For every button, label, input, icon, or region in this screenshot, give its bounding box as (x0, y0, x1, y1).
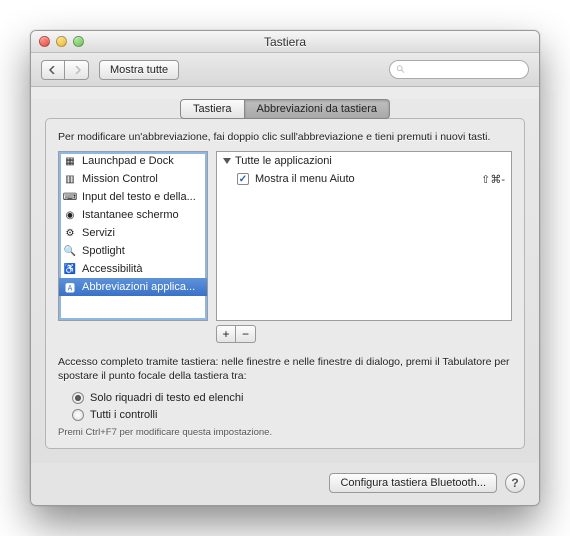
show-all-label: Mostra tutte (110, 64, 168, 76)
shortcut-group-header[interactable]: Tutte le applicazioni (217, 152, 511, 170)
access-hint: Premi Ctrl+F7 per modificare questa impo… (58, 427, 512, 438)
radio-dot-icon (72, 409, 84, 421)
app-icon: 🅰 (63, 280, 77, 294)
content-area: Tastiera Abbreviazioni da tastiera Per m… (31, 99, 539, 463)
tab-tastiera[interactable]: Tastiera (180, 99, 245, 119)
shortcut-keys[interactable]: ⇧⌘- (481, 173, 505, 186)
zoom-icon[interactable] (73, 36, 84, 47)
radio-group: Solo riquadri di testo ed elenchi Tutti … (72, 389, 512, 423)
forward-button[interactable] (65, 60, 89, 80)
lists-row: ▦Launchpad e Dock ▥Mission Control ⌨Inpu… (58, 151, 512, 321)
radio-dot-icon (72, 392, 84, 404)
category-list[interactable]: ▦Launchpad e Dock ▥Mission Control ⌨Inpu… (58, 151, 208, 321)
back-button[interactable] (41, 60, 65, 80)
radio-text-lists[interactable]: Solo riquadri di testo ed elenchi (72, 389, 512, 406)
shortcut-row[interactable]: Mostra il menu Aiuto ⇧⌘- (217, 170, 511, 188)
list-item[interactable]: 🔍Spotlight (59, 242, 207, 260)
add-remove-buttons: + − (216, 325, 512, 343)
list-item[interactable]: ⚙Servizi (59, 224, 207, 242)
add-button[interactable]: + (216, 325, 236, 343)
access-description: Accesso completo tramite tastiera: nelle… (58, 355, 512, 383)
grid-icon: ▦ (63, 154, 77, 168)
footer: Configura tastiera Bluetooth... ? (31, 463, 539, 505)
shortcut-list[interactable]: Tutte le applicazioni Mostra il menu Aiu… (216, 151, 512, 321)
search-field[interactable] (389, 60, 529, 79)
list-item[interactable]: ◉Istantanee schermo (59, 206, 207, 224)
show-all-button[interactable]: Mostra tutte (99, 60, 179, 80)
list-item[interactable]: ▥Mission Control (59, 170, 207, 188)
disclosure-triangle-icon[interactable] (223, 158, 231, 164)
checkbox[interactable] (237, 173, 249, 185)
help-button[interactable]: ? (505, 473, 525, 493)
window-title: Tastiera (31, 35, 539, 49)
search-input[interactable] (410, 63, 522, 77)
shortcut-label: Mostra il menu Aiuto (255, 173, 355, 185)
shortcuts-panel: Per modificare un'abbreviazione, fai dop… (45, 118, 525, 449)
instruction-text: Per modificare un'abbreviazione, fai dop… (58, 131, 512, 143)
mission-icon: ▥ (63, 172, 77, 186)
nav-buttons (41, 60, 89, 80)
minimize-icon[interactable] (56, 36, 67, 47)
help-icon: ? (511, 476, 518, 490)
tab-bar: Tastiera Abbreviazioni da tastiera (45, 99, 525, 119)
accessibility-icon: ♿ (63, 262, 77, 276)
traffic-lights (31, 36, 84, 47)
list-item[interactable]: ♿Accessibilità (59, 260, 207, 278)
bluetooth-button[interactable]: Configura tastiera Bluetooth... (329, 473, 497, 493)
remove-button[interactable]: − (236, 325, 256, 343)
camera-icon: ◉ (63, 208, 77, 222)
tab-abbreviazioni[interactable]: Abbreviazioni da tastiera (245, 99, 390, 119)
list-item-selected[interactable]: 🅰Abbreviazioni applica... (59, 278, 207, 296)
search-icon (396, 64, 406, 75)
list-item[interactable]: ⌨Input del testo e della... (59, 188, 207, 206)
toolbar: Mostra tutte (31, 53, 539, 87)
gear-icon: ⚙ (63, 226, 77, 240)
close-icon[interactable] (39, 36, 50, 47)
titlebar: Tastiera (31, 31, 539, 53)
preferences-window: Tastiera Mostra tutte Tastiera Abbreviaz… (30, 30, 540, 506)
keyboard-icon: ⌨ (63, 190, 77, 204)
radio-all-controls[interactable]: Tutti i controlli (72, 406, 512, 423)
spotlight-icon: 🔍 (63, 244, 77, 258)
list-item[interactable]: ▦Launchpad e Dock (59, 152, 207, 170)
